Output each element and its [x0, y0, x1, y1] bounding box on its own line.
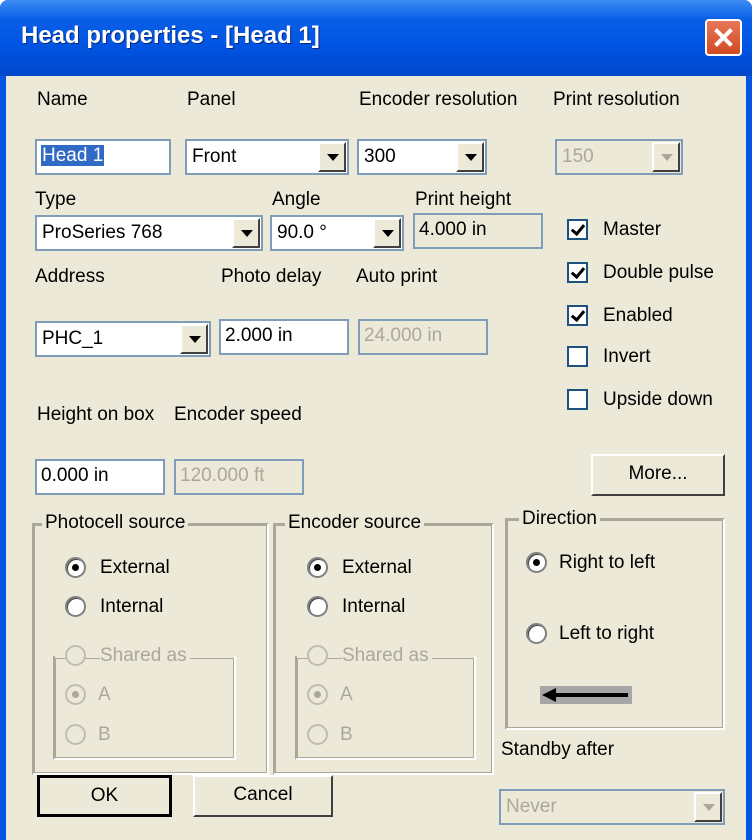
more-button-label: More...	[628, 463, 688, 484]
chevron-down-icon	[652, 142, 680, 172]
encoder-shared-label: Shared as	[342, 645, 432, 667]
master-label: Master	[603, 219, 662, 240]
encoder-source-legend: Encoder source	[285, 512, 425, 534]
name-value: Head 1	[41, 145, 105, 166]
type-value: ProSeries 768	[42, 222, 163, 243]
encoder-resolution-label: Encoder resolution	[359, 89, 518, 110]
encoder-shared-radio	[307, 645, 328, 666]
invert-label: Invert	[603, 346, 651, 367]
encoder-resolution-select[interactable]: 300	[357, 139, 487, 175]
master-check[interactable]	[567, 219, 588, 240]
left-to-right-radio[interactable]	[526, 623, 547, 644]
encoder-external-radio[interactable]	[307, 557, 328, 578]
panel-select[interactable]: Front	[185, 139, 349, 175]
name-field[interactable]: Head 1	[35, 139, 171, 175]
dialog-body: Name Panel Encoder resolution Print reso…	[6, 76, 746, 840]
right-to-left-radio[interactable]	[526, 552, 547, 573]
title-bar[interactable]: Head properties - [Head 1]	[0, 0, 752, 76]
photocell-a-label: A	[98, 684, 111, 705]
photocell-shared-label: Shared as	[100, 645, 190, 667]
angle-select[interactable]: 90.0 °	[270, 215, 404, 251]
print-height-field: 4.000 in	[413, 213, 543, 249]
double-pulse-check[interactable]	[567, 262, 588, 283]
height-on-box-label: Height on box	[37, 404, 155, 425]
photo-delay-label: Photo delay	[221, 266, 322, 287]
cancel-button[interactable]: Cancel	[193, 775, 333, 817]
encoder-external-label[interactable]: External	[342, 557, 412, 579]
encoder-a-label: A	[340, 684, 353, 705]
angle-value: 90.0 °	[277, 222, 327, 243]
left-to-right-label[interactable]: Left to right	[559, 623, 654, 645]
auto-print-field: 24.000 in	[358, 319, 488, 355]
photocell-b-label: B	[98, 724, 111, 745]
enabled-check[interactable]	[567, 305, 588, 326]
chevron-down-icon[interactable]	[232, 218, 260, 248]
encoder-internal-radio[interactable]	[307, 596, 328, 617]
print-height-label: Print height	[415, 189, 512, 210]
photocell-shared-group	[53, 656, 236, 760]
cancel-button-label: Cancel	[233, 784, 293, 805]
direction-legend: Direction	[519, 508, 600, 530]
chevron-down-icon	[694, 792, 722, 822]
close-icon	[714, 28, 733, 47]
ok-button[interactable]: OK	[37, 775, 172, 817]
encoder-speed-label: Encoder speed	[174, 404, 302, 425]
chevron-down-icon[interactable]	[373, 218, 401, 248]
encoder-speed-field: 120.000 ft	[174, 459, 304, 495]
print-resolution-label: Print resolution	[553, 89, 680, 110]
height-on-box-field[interactable]: 0.000 in	[35, 459, 165, 495]
photocell-external-radio[interactable]	[65, 557, 86, 578]
panel-value: Front	[192, 146, 237, 167]
photocell-internal-label[interactable]: Internal	[100, 596, 163, 618]
chevron-down-icon[interactable]	[180, 324, 208, 354]
photocell-shared-radio	[65, 645, 86, 666]
angle-label: Angle	[272, 189, 321, 210]
encoder-internal-label[interactable]: Internal	[342, 596, 405, 618]
invert-check[interactable]	[567, 346, 588, 367]
enabled-label: Enabled	[603, 305, 673, 326]
double-pulse-label: Double pulse	[603, 262, 714, 283]
encoder-b-label: B	[340, 724, 353, 745]
encoder-shared-group	[295, 656, 476, 760]
close-button[interactable]	[705, 19, 742, 56]
chevron-down-icon[interactable]	[456, 142, 484, 172]
photocell-internal-radio[interactable]	[65, 596, 86, 617]
encoder-a-radio	[307, 684, 328, 705]
right-to-left-label[interactable]: Right to left	[559, 552, 655, 574]
ok-button-label: OK	[90, 785, 119, 806]
encoder-resolution-value: 300	[364, 146, 396, 167]
type-select[interactable]: ProSeries 768	[35, 215, 263, 251]
encoder-b-radio	[307, 724, 328, 745]
standby-after-value: Never	[506, 796, 557, 817]
photocell-b-radio	[65, 724, 86, 745]
print-resolution-select: 150	[555, 139, 683, 175]
address-select[interactable]: PHC_1	[35, 321, 211, 357]
upside-down-check[interactable]	[567, 389, 588, 410]
chevron-down-icon[interactable]	[318, 142, 346, 172]
auto-print-label: Auto print	[356, 266, 438, 287]
photocell-external-label[interactable]: External	[100, 557, 170, 579]
dialog-window: Head properties - [Head 1] Name Panel En…	[0, 0, 752, 840]
standby-after-select: Never	[499, 789, 725, 825]
upside-down-label: Upside down	[603, 389, 713, 410]
type-label: Type	[35, 189, 77, 210]
name-label: Name	[37, 89, 88, 110]
window-title: Head properties - [Head 1]	[21, 22, 320, 49]
photocell-a-radio	[65, 684, 86, 705]
address-label: Address	[35, 266, 105, 287]
panel-label: Panel	[187, 89, 236, 110]
standby-after-label: Standby after	[501, 739, 615, 760]
left-arrow-icon	[540, 686, 632, 704]
photo-delay-field[interactable]: 2.000 in	[219, 319, 349, 355]
print-resolution-value: 150	[562, 146, 594, 167]
more-button[interactable]: More...	[591, 454, 725, 496]
address-value: PHC_1	[42, 328, 104, 349]
photocell-source-legend: Photocell source	[42, 512, 189, 534]
